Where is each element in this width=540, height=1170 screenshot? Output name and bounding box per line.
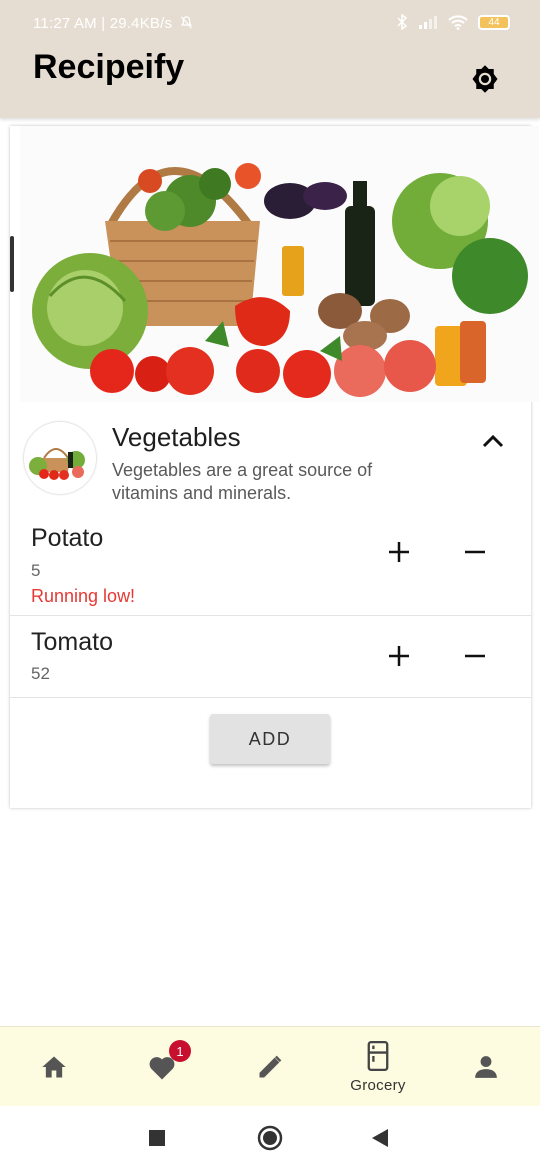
system-nav-bar: [0, 1106, 540, 1170]
collapse-button[interactable]: [478, 428, 508, 454]
brightness-button[interactable]: [468, 62, 502, 96]
nav-grocery[interactable]: Grocery: [324, 1027, 432, 1107]
list-item: Tomato 52: [10, 616, 531, 698]
home-system-button[interactable]: [254, 1122, 286, 1154]
add-button[interactable]: ADD: [210, 714, 330, 764]
favorites-badge: 1: [169, 1040, 191, 1062]
status-time-speed: 11:27 AM | 29.4KB/s: [33, 15, 194, 32]
nav-edit[interactable]: [216, 1027, 324, 1107]
category-card: Vegetables Vegetables are a great source…: [10, 126, 539, 808]
status-icons: 44: [396, 14, 510, 30]
back-button[interactable]: [364, 1122, 396, 1154]
nav-profile[interactable]: [432, 1027, 540, 1107]
increment-button[interactable]: [381, 638, 417, 674]
item-quantity: 5: [31, 561, 41, 580]
plus-icon: [389, 542, 409, 562]
person-icon: [475, 1056, 497, 1078]
pencil-icon: [259, 1055, 282, 1078]
app-bar: Recipeify: [0, 44, 540, 118]
chevron-up-icon: [482, 434, 504, 448]
nav-favorites[interactable]: 1: [108, 1027, 216, 1107]
battery-icon: 44: [478, 14, 510, 30]
item-quantity: 52: [31, 664, 50, 683]
signal-icon: [419, 16, 437, 29]
fridge-icon: [367, 1040, 389, 1071]
category-title: Vegetables: [112, 422, 241, 452]
vegetables-illustration: [20, 126, 539, 402]
mute-bell-icon: [180, 16, 192, 29]
vegetables-hero-image: [20, 126, 539, 402]
brightness-icon: [472, 65, 498, 93]
square-recents-icon: [149, 1130, 165, 1146]
low-stock-warning: Running low!: [31, 586, 136, 606]
triangle-back-icon: [372, 1129, 388, 1147]
scroll-indicator: [10, 236, 14, 292]
app-title: Recipeify: [33, 48, 185, 86]
nav-home[interactable]: [0, 1027, 108, 1107]
minus-icon: [465, 654, 485, 658]
circle-home-icon: [257, 1125, 283, 1151]
decrement-button[interactable]: [457, 534, 493, 570]
category-description: Vegetables are a great source of vitamin…: [112, 460, 373, 503]
item-name: Potato: [31, 524, 104, 552]
plus-icon: [389, 646, 409, 666]
status-bar: 11:27 AM | 29.4KB/s 44: [0, 0, 540, 44]
wifi-icon: [448, 14, 468, 30]
decrement-button[interactable]: [457, 638, 493, 674]
category-avatar: [24, 422, 96, 494]
recents-button[interactable]: [141, 1122, 173, 1154]
vegetables-thumbnail: [24, 422, 96, 494]
minus-icon: [465, 550, 485, 554]
home-icon: [42, 1056, 66, 1078]
increment-button[interactable]: [381, 534, 417, 570]
nav-grocery-label: Grocery: [350, 1076, 406, 1094]
bluetooth-icon: [397, 14, 408, 30]
bottom-nav: 1 Grocery: [0, 1026, 540, 1106]
item-name: Tomato: [31, 628, 113, 656]
list-item: Potato 5 Running low!: [10, 514, 531, 616]
